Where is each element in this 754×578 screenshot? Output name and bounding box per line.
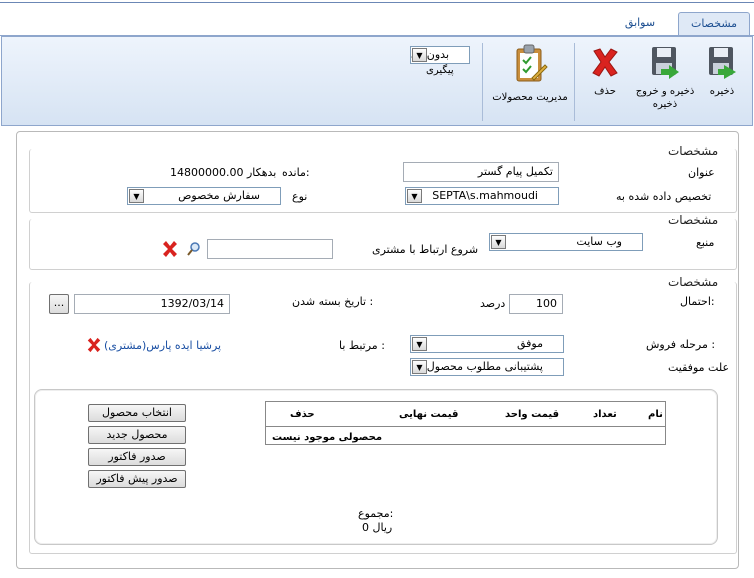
- chevron-down-icon: ▼: [407, 189, 422, 203]
- remove-icon[interactable]: [86, 337, 102, 353]
- column-header: قیمت نهایی: [399, 409, 459, 420]
- chevron-down-icon: ▼: [412, 337, 427, 351]
- stage-select[interactable]: موفق ▼: [410, 335, 564, 353]
- balance-value: 14800000.00 بدهکار: [170, 166, 277, 179]
- close-date-field[interactable]: 1392/03/14: [74, 294, 230, 314]
- type-select[interactable]: سفارش مخصوص ▼: [127, 187, 281, 205]
- save-and-exit-button[interactable]: ذخیره و خروج ذخیره: [634, 45, 696, 111]
- ribbon-separator: [574, 43, 575, 121]
- chevron-down-icon: ▼: [412, 48, 427, 62]
- manage-products-button[interactable]: مدیریت محصولات: [492, 43, 568, 104]
- search-icon[interactable]: [186, 241, 202, 257]
- balance-label: مانده:: [282, 166, 310, 179]
- date-picker-button[interactable]: ...: [49, 294, 69, 314]
- reason-label: علت موفقیت: [668, 361, 730, 374]
- save-exit-icon: [652, 47, 679, 79]
- related-link[interactable]: پرشیا ایده پارس(مشتری): [104, 339, 221, 352]
- delete-button[interactable]: حذف: [584, 45, 626, 98]
- ribbon-toolbar: ذخیره ذخیره و خروج ذخیره حذف مدیریت محصو…: [1, 36, 753, 126]
- issue-proforma-button[interactable]: صدور پیش فاکتور: [88, 470, 186, 488]
- followup-label: پیگیری: [426, 65, 454, 76]
- percent-label: درصد: [480, 297, 506, 310]
- tab-history[interactable]: سوابق: [610, 12, 670, 36]
- followup-select[interactable]: بدون پی ▼: [410, 46, 470, 64]
- window-top-border: [0, 2, 754, 3]
- assigned-select[interactable]: SEPTA\s.mahmoudi ▼: [405, 187, 559, 205]
- close-date-label: تاریخ بسته شدن :: [292, 295, 374, 308]
- column-header: قیمت واحد: [505, 409, 560, 420]
- assigned-label: تخصیص داده شده به: [616, 190, 712, 203]
- chevron-down-icon: ▼: [412, 360, 427, 374]
- select-product-button[interactable]: انتخاب محصول: [88, 404, 186, 422]
- tab-details[interactable]: مشخصات: [678, 12, 750, 36]
- column-header: تعداد: [593, 409, 617, 420]
- ribbon-separator: [482, 43, 483, 121]
- total-label: مجموع:: [358, 507, 394, 520]
- probability-field[interactable]: 100: [509, 294, 563, 314]
- stage-label: مرحله فروش :: [646, 338, 716, 351]
- customer-field[interactable]: [207, 239, 333, 259]
- products-table-header: نام تعداد قیمت واحد قیمت نهایی حذف: [266, 402, 665, 427]
- new-product-button[interactable]: محصول جدید: [88, 426, 186, 444]
- column-header: نام: [648, 409, 663, 420]
- subject-field[interactable]: تکمیل پیام گستر: [403, 162, 559, 182]
- source-label: منبع: [696, 236, 715, 249]
- empty-table-text: محصولی موجود نیست: [272, 432, 383, 443]
- probability-label: احتمال:: [680, 295, 715, 308]
- total-value: 0 ریال: [362, 521, 393, 534]
- related-label: مرتبط با :: [339, 339, 385, 352]
- source-select[interactable]: وب سایت ▼: [489, 233, 643, 251]
- column-header: حذف: [290, 409, 315, 420]
- clear-icon[interactable]: [161, 240, 179, 258]
- reason-select[interactable]: پشتیبانی مطلوب محصول ▼: [410, 358, 564, 376]
- issue-invoice-button[interactable]: صدور فاکتور: [88, 448, 186, 466]
- customer-label: شروع ارتباط با مشتری: [372, 243, 479, 256]
- chevron-down-icon: ▼: [129, 189, 144, 203]
- type-label: نوع: [292, 190, 308, 203]
- products-table: نام تعداد قیمت واحد قیمت نهایی حذف محصول…: [265, 401, 666, 445]
- delete-icon: [592, 48, 618, 77]
- clipboard-icon: [516, 44, 548, 82]
- save-icon: [709, 47, 736, 79]
- save-button[interactable]: ذخیره: [698, 45, 746, 98]
- chevron-down-icon: ▼: [491, 235, 506, 249]
- subject-label: عنوان: [688, 166, 715, 179]
